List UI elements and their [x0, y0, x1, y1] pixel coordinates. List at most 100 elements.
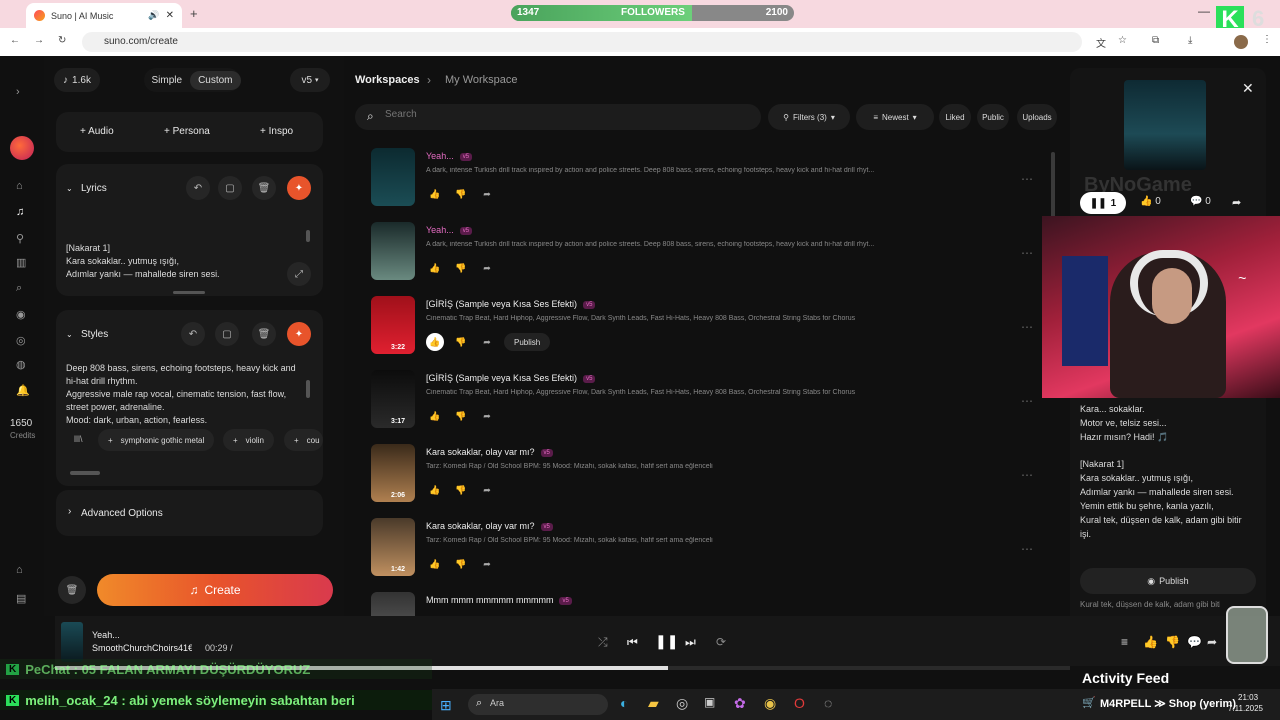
- more-options-icon[interactable]: ⋯: [1021, 320, 1033, 334]
- windows-start-icon[interactable]: ⊞: [440, 697, 452, 714]
- lyrics-textarea[interactable]: [Nakarat 1] Kara sokaklar.. yutmuş ışığı,…: [66, 242, 220, 281]
- share-icon[interactable]: ➦: [478, 555, 496, 573]
- sort-button[interactable]: ≡ Newest ▾: [856, 104, 934, 130]
- clear-icon[interactable]: 🗑: [58, 576, 86, 604]
- browser-tab[interactable]: Suno | AI Music 🔊 ✕: [26, 3, 182, 28]
- shop-icon[interactable]: ⌂: [16, 564, 23, 576]
- search-box[interactable]: ⌕: [355, 104, 761, 130]
- back-icon[interactable]: ←: [10, 35, 20, 46]
- track-cover[interactable]: [371, 222, 415, 280]
- thumbs-down-icon[interactable]: 👎: [452, 259, 470, 277]
- horizontal-scrollbar[interactable]: [70, 471, 100, 475]
- track-title-line[interactable]: Yeah... v5: [426, 225, 473, 235]
- new-tab-icon[interactable]: +: [190, 6, 198, 21]
- public-filter[interactable]: Public: [977, 104, 1009, 130]
- url-field[interactable]: suno.com/create: [82, 32, 1082, 52]
- shuffle-icon[interactable]: ⤮: [598, 635, 608, 650]
- download-icon[interactable]: ⤓: [1188, 35, 1192, 46]
- comment-icon[interactable]: 💬: [1187, 635, 1202, 649]
- share-icon[interactable]: ➦: [478, 185, 496, 203]
- track-cover[interactable]: 2:06: [371, 444, 415, 502]
- thumbs-down-icon[interactable]: 👎: [452, 555, 470, 573]
- track-title-line[interactable]: Kara sokaklar, olay var mı? v5: [426, 521, 553, 531]
- track-row[interactable]: 2:06 Kara sokaklar, olay var mı? v5 Tarz: K…: [345, 444, 1045, 518]
- audio-button[interactable]: + Audio: [80, 126, 114, 137]
- play-count-button[interactable]: ❚❚ 1: [1080, 192, 1126, 214]
- epic-icon[interactable]: ▣: [704, 695, 715, 709]
- track-cover[interactable]: [371, 592, 415, 616]
- track-title-line[interactable]: Mmm mmm mmmmm mmmmm v5: [426, 595, 572, 605]
- tags-library-icon[interactable]: lll\: [74, 434, 83, 444]
- track-row[interactable]: 3:17 [GİRİŞ (Sample veya Kısa Ses Efekti)…: [345, 370, 1045, 444]
- track-title-line[interactable]: Yeah... v5: [426, 151, 473, 161]
- create-icon[interactable]: ♫: [16, 206, 24, 218]
- obs-icon[interactable]: ◌: [824, 695, 832, 711]
- track-row[interactable]: 3:22 [GİRİŞ (Sample veya Kısa Ses Efekti)…: [345, 296, 1045, 370]
- more-options-icon[interactable]: ⋯: [1021, 468, 1033, 482]
- home-icon[interactable]: ⌂: [16, 180, 23, 192]
- radio-icon[interactable]: ◍: [16, 358, 26, 371]
- close-panel-icon[interactable]: ✕: [1242, 80, 1254, 97]
- track-row[interactable]: Yeah... v5 A dark, intense Turkish drill t…: [345, 222, 1045, 296]
- mode-custom[interactable]: Custom: [190, 70, 241, 90]
- expand-icon[interactable]: ⤢: [287, 262, 311, 286]
- bookmark-star-icon[interactable]: ☆: [1118, 35, 1127, 46]
- like-button[interactable]: 👍 0: [1140, 196, 1161, 207]
- scrollbar[interactable]: [306, 230, 310, 242]
- thumbs-up-icon[interactable]: 👍: [426, 555, 444, 573]
- thumbs-up-icon[interactable]: 👍: [426, 333, 444, 351]
- chrome-icon[interactable]: ◉: [764, 695, 776, 712]
- thumbs-down-icon[interactable]: 👎: [452, 481, 470, 499]
- delete-icon[interactable]: 🗑: [252, 322, 276, 346]
- library-icon[interactable]: ▥: [16, 256, 26, 269]
- browser-menu-icon[interactable]: ⋮: [1262, 34, 1272, 45]
- minimize-icon[interactable]: —: [1198, 4, 1210, 18]
- track-cover[interactable]: [371, 148, 415, 206]
- track-row[interactable]: Mmm mmm mmmmm mmmmmv5⋯: [345, 592, 1045, 616]
- opera-icon[interactable]: O: [794, 695, 805, 711]
- speaker-icon[interactable]: 🔊: [148, 10, 159, 21]
- studio-icon[interactable]: ⚲: [16, 232, 24, 245]
- style-tag-suggestion[interactable]: + symphonic gothic metal: [98, 429, 215, 451]
- persona-button[interactable]: + Persona: [164, 126, 210, 137]
- repeat-icon[interactable]: ⟳: [716, 635, 726, 649]
- magic-wand-icon[interactable]: ✦: [287, 322, 311, 346]
- thumbs-up-icon[interactable]: 👍: [426, 259, 444, 277]
- thumbs-down-icon[interactable]: 👎: [452, 407, 470, 425]
- inspo-button[interactable]: + Inspo: [260, 126, 293, 137]
- close-tab-icon[interactable]: ✕: [166, 10, 174, 21]
- share-icon[interactable]: ➦: [478, 481, 496, 499]
- player-artist[interactable]: SmoothChurchChoirs41€: [92, 643, 192, 653]
- mode-simple[interactable]: Simple: [143, 71, 190, 90]
- delete-icon[interactable]: 🗑: [252, 176, 276, 200]
- chevron-down-icon[interactable]: ⌄: [66, 330, 73, 339]
- styles-textarea[interactable]: Deep 808 bass, sirens, echoing footsteps…: [66, 362, 296, 427]
- share-icon[interactable]: ➦: [478, 259, 496, 277]
- settings-rail-icon[interactable]: ▤: [16, 592, 26, 605]
- notes-count-button[interactable]: ♪ 1.6k: [54, 68, 100, 92]
- track-cover[interactable]: 3:22: [371, 296, 415, 354]
- notifications-icon[interactable]: 🔔: [16, 384, 30, 397]
- track-title-line[interactable]: [GİRİŞ (Sample veya Kısa Ses Efekti) v5: [426, 373, 596, 383]
- expand-rail-icon[interactable]: ›: [16, 86, 20, 98]
- user-avatar[interactable]: [10, 136, 34, 160]
- profile-avatar[interactable]: [1234, 35, 1248, 49]
- queue-icon[interactable]: ≡: [1121, 635, 1128, 649]
- track-cover[interactable]: 1:42: [371, 518, 415, 576]
- file-explorer-icon[interactable]: ▰: [648, 695, 659, 712]
- thumbs-down-icon[interactable]: 👎: [452, 333, 470, 351]
- search-input[interactable]: [385, 109, 745, 120]
- track-title-line[interactable]: Kara sokaklar, olay var mı? v5: [426, 447, 553, 457]
- next-icon[interactable]: ⏭: [685, 635, 696, 650]
- thumbs-up-icon[interactable]: 👍: [426, 481, 444, 499]
- search-rail-icon[interactable]: ⌕: [16, 282, 22, 295]
- scrollbar[interactable]: [306, 380, 310, 398]
- taskbar-search[interactable]: ⌕ Ara: [468, 694, 608, 715]
- player-title[interactable]: Yeah...: [92, 630, 120, 640]
- thumbs-up-icon[interactable]: 👍: [426, 407, 444, 425]
- liked-filter[interactable]: Liked: [939, 104, 971, 130]
- steam-icon[interactable]: ◎: [676, 695, 688, 712]
- publish-button[interactable]: Publish: [504, 333, 551, 351]
- more-options-icon[interactable]: ⋯: [1021, 542, 1033, 556]
- track-row[interactable]: Yeah... v5 A dark, intense Turkish drill t…: [345, 148, 1045, 222]
